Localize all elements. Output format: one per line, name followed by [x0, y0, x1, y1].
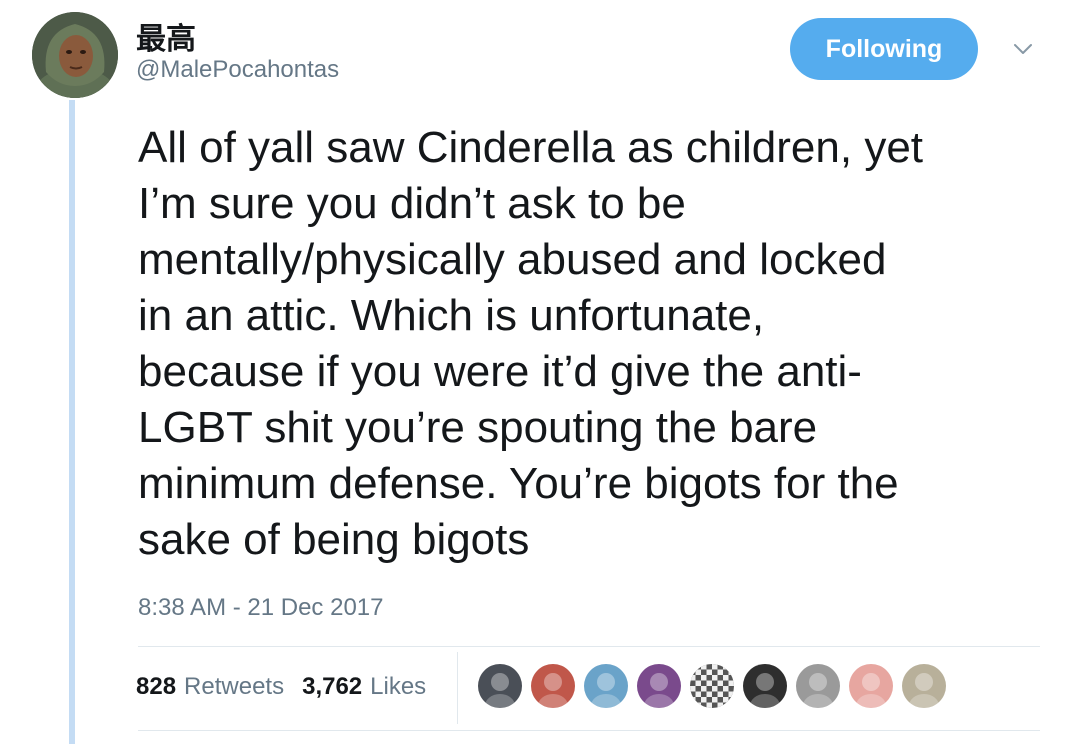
- liker-avatar[interactable]: [690, 664, 734, 708]
- likes-stat[interactable]: 3,762 Likes: [302, 673, 426, 701]
- liker-avatar-icon: [531, 664, 575, 708]
- retweets-label: Retweets: [184, 673, 285, 700]
- liker-avatar-icon: [743, 664, 787, 708]
- liker-avatar[interactable]: [584, 664, 628, 708]
- liker-avatar[interactable]: [743, 664, 787, 708]
- liker-avatar-icon: [902, 664, 946, 708]
- avatar-icon: [32, 12, 118, 98]
- divider: [138, 730, 1040, 731]
- liker-avatar-icon: [478, 664, 522, 708]
- liker-avatar[interactable]: [849, 664, 893, 708]
- tweet-card: 最高 @MalePocahontas Following All of yall…: [0, 0, 1068, 744]
- likes-label: Likes: [370, 673, 427, 700]
- stats-separator: [457, 652, 458, 724]
- thread-line: [69, 100, 75, 744]
- liker-avatar[interactable]: [796, 664, 840, 708]
- chevron-down-icon[interactable]: [1010, 38, 1036, 60]
- liker-avatar-icon: [796, 664, 840, 708]
- liker-avatar[interactable]: [478, 664, 522, 708]
- author-avatar[interactable]: [32, 12, 118, 98]
- liker-avatar[interactable]: [902, 664, 946, 708]
- likers-list: [478, 664, 955, 708]
- liker-avatar[interactable]: [531, 664, 575, 708]
- author-display-name[interactable]: 最高: [136, 14, 196, 58]
- liker-avatar-icon: [584, 664, 628, 708]
- tweet-text: All of yall saw Cinderella as children, …: [138, 123, 924, 564]
- retweets-count: 828: [136, 673, 177, 700]
- liker-avatar-icon: [690, 664, 734, 708]
- liker-avatar-icon: [637, 664, 681, 708]
- tweet-timestamp[interactable]: 8:38 AM - 21 Dec 2017: [138, 594, 383, 622]
- liker-avatar-icon: [849, 664, 893, 708]
- retweets-stat[interactable]: 828 Retweets: [136, 673, 284, 701]
- divider: [138, 646, 1040, 647]
- tweet-stats: 828 Retweets 3,762 Likes: [136, 670, 444, 704]
- liker-avatar[interactable]: [637, 664, 681, 708]
- likes-count: 3,762: [302, 673, 363, 700]
- author-handle[interactable]: @MalePocahontas: [136, 56, 339, 84]
- following-button[interactable]: Following: [790, 18, 978, 80]
